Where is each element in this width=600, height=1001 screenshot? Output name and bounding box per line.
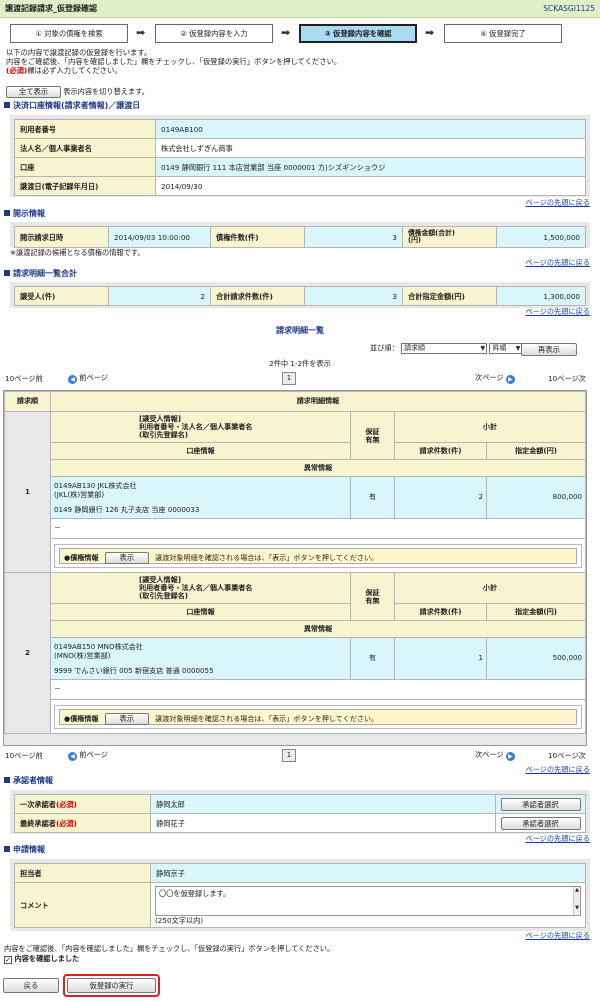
back-to-top-link[interactable]: ページの先頭に戻る <box>525 307 590 316</box>
page-number[interactable]: 1 <box>282 372 296 385</box>
back-to-top-link[interactable]: ページの先頭に戻る <box>525 198 590 207</box>
square-bullet-icon <box>4 777 10 783</box>
table-row: 0149AB130 JKL株式会社 (JKL(株)営業部) 0149 静岡銀行 12… <box>5 476 586 519</box>
arrow-right-icon: ➡ <box>136 26 146 39</box>
redisplay-button[interactable]: 再表示 <box>521 343 577 356</box>
pager-bottom: 10ページ前 ◀ 前ページ 1 次ページ ▶ 10ページ次 <box>0 749 600 763</box>
staff-value: 静岡京子 <box>150 863 586 883</box>
back-to-top-link[interactable]: ページの先頭に戻る <box>525 834 590 843</box>
back-to-top-link[interactable]: ページの先頭に戻る <box>525 258 590 267</box>
square-bullet-icon <box>4 210 10 216</box>
confirm-checkbox-row[interactable]: ✓ 内容を確認しました <box>4 954 79 964</box>
next-page-link[interactable]: 次ページ ▶ <box>475 373 515 384</box>
step-2: ② 仮登録内容を入力 <box>155 24 273 43</box>
back-to-top-link[interactable]: ページの先頭に戻る <box>525 931 590 940</box>
arrow-left-icon: ◀ <box>68 752 77 761</box>
title-bar: 譲渡記録請求_仮登録確認 SCKASGI1125 <box>0 0 600 18</box>
page-number[interactable]: 1 <box>282 749 296 762</box>
disclosure-section-title: 開示情報 <box>4 209 45 219</box>
prev-page-link[interactable]: ◀ 前ページ <box>68 750 108 761</box>
scrollbar[interactable]: ▲ ▼ <box>573 886 580 915</box>
detail-list-table: 請求順 請求明細情報 1 [譲受人情報] 利用者番号・法人名／個人事業者名 (取… <box>3 390 587 746</box>
select-first-approver-button[interactable]: 承認者選択 <box>500 797 581 811</box>
intro-text: 以下の内容で譲渡記録の仮登録を行います。 内容をご確認後、「内容を確認しました」… <box>6 48 342 75</box>
next-10-pages-link[interactable]: 10ページ次 <box>548 374 586 383</box>
arrow-right-icon: ▶ <box>505 752 515 761</box>
prev-page-link[interactable]: ◀ 前ページ <box>68 373 108 384</box>
comment-textarea[interactable]: 〇〇を仮登録します。 ▲ ▼ <box>155 885 581 916</box>
square-bullet-icon <box>4 846 10 852</box>
disclosure-note: ※譲渡記録の候補となる債権の情報です。 <box>10 248 145 257</box>
page-title: 譲渡記録請求_仮登録確認 <box>5 4 97 13</box>
bond-info-box: ●債権情報 表示 譲渡対象明細を確認される場合は、「表示」ボタンを押してください… <box>54 704 582 729</box>
prev-10-pages-link[interactable]: 10ページ前 <box>5 751 43 760</box>
bond-show-button[interactable]: 表示 <box>104 551 149 564</box>
prev-10-pages-link[interactable]: 10ページ前 <box>5 374 43 383</box>
first-approver-value: 静岡太郎 <box>150 794 496 814</box>
step-1: ① 対象の債権を検索 <box>10 24 128 43</box>
select-final-approver-button[interactable]: 承認者選択 <box>500 816 581 830</box>
summary-table: 譲受人(件) 2 合計請求件数(件) 3 合計指定金額(円) 1,300,000 <box>10 282 590 308</box>
sort-controls: 並び順： 請求順 ▼ 昇順 ▼ <box>370 343 523 354</box>
application-table: 担当者 静岡京子 コメント 〇〇を仮登録します。 ▲ ▼ (250文字以内) <box>10 859 590 931</box>
arrow-right-icon: ▶ <box>505 375 515 384</box>
application-section-title: 申請情報 <box>4 845 45 855</box>
show-all-button[interactable]: 全て表示 <box>6 86 61 98</box>
row-number: 1 <box>4 411 51 573</box>
chevron-down-icon: ▼ <box>515 345 521 352</box>
final-approver-value: 静岡花子 <box>150 813 496 833</box>
result-count: 2件中 1-2件を表示 <box>269 359 331 368</box>
screen-id: SCKASGI1125 <box>543 4 595 13</box>
row-number: 2 <box>4 572 51 734</box>
arrow-right-icon: ➡ <box>281 26 291 39</box>
square-bullet-icon <box>4 270 10 276</box>
sort-order-select[interactable]: 請求順 ▼ <box>401 343 488 354</box>
detail-list-title: 請求明細一覧 <box>276 326 324 335</box>
bond-show-button[interactable]: 表示 <box>104 712 149 725</box>
step-indicator: ① 対象の債権を検索 ➡ ② 仮登録内容を入力 ➡ ③ 仮登録内容を確認 ➡ ④… <box>10 24 585 44</box>
back-button[interactable]: 戻る <box>3 978 59 993</box>
next-page-link[interactable]: 次ページ ▶ <box>475 750 515 761</box>
summary-section-title: 請求明細一覧合計 <box>4 269 77 279</box>
required-badge: (必須) <box>6 66 28 75</box>
step-4: ④ 仮登録完了 <box>444 24 562 43</box>
next-10-pages-link[interactable]: 10ページ次 <box>548 751 586 760</box>
approver-table: 一次承認者(必須) 静岡太郎 承認者選択 最終承認者(必須) 静岡花子 承認者選… <box>10 790 590 834</box>
bond-info-box: ●債権情報 表示 譲渡対象明細を確認される場合は、「表示」ボタンを押してください… <box>54 543 582 568</box>
step-3-current: ③ 仮登録内容を確認 <box>299 24 417 43</box>
confirm-checkbox[interactable]: ✓ <box>4 956 12 964</box>
confirm-instructions: 内容をご確認後、「内容を確認しました」欄をチェックし、「仮登録の実行」ボタンを押… <box>4 944 335 953</box>
settlement-table: 利用者番号 0149AB100 法人名／個人事業者名 株式会社しずぎん商事 口座 01… <box>10 115 590 197</box>
arrow-left-icon: ◀ <box>68 375 77 384</box>
display-toggle: 全て表示 表示内容を切り替えます。 <box>6 86 149 98</box>
execute-provisional-registration-button[interactable]: 仮登録の実行 <box>67 978 156 993</box>
arrow-right-icon: ➡ <box>425 26 435 39</box>
table-row: 0149AB150 MNO株式会社 (MNO(株)営業部) 9999 でんさい銀行 … <box>5 637 586 680</box>
disclosure-table: 開示請求日時 2014/09/03 10:00:00 債権件数(件) 3 債権金… <box>10 222 590 248</box>
sort-direction-select[interactable]: 昇順 ▼ <box>489 343 523 354</box>
square-bullet-icon <box>4 102 10 108</box>
pager-top: 10ページ前 ◀ 前ページ 1 次ページ ▶ 10ページ次 <box>0 372 600 386</box>
chevron-down-icon: ▼ <box>480 345 486 352</box>
settlement-section-title: 決済口座情報(請求者情報)／譲渡日 <box>4 101 140 111</box>
back-to-top-link[interactable]: ページの先頭に戻る <box>525 765 590 774</box>
approver-section-title: 承認者情報 <box>4 776 53 786</box>
